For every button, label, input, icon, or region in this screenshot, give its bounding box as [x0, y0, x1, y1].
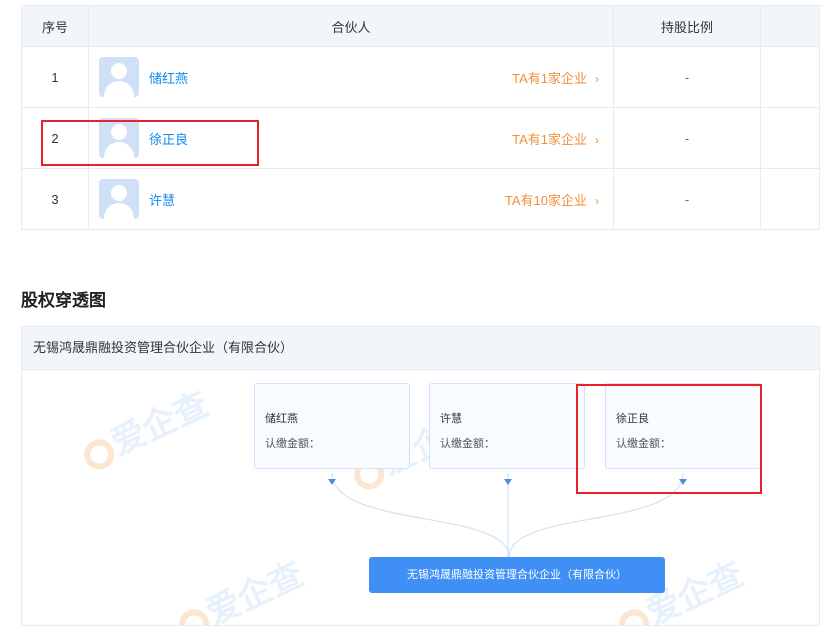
avatar[interactable]	[99, 179, 139, 219]
shareholder-node[interactable]: 徐正良 认缴金额：	[605, 383, 761, 469]
row-index: 1	[21, 46, 89, 108]
equity-graph-panel: 无锡鸿晟鼎融投资管理合伙企业（有限合伙） 爱企查 爱企查 爱企查 爱企查 储红燕…	[21, 326, 820, 626]
row-index: 3	[21, 168, 89, 230]
header-ratio: 持股比例	[613, 5, 761, 47]
ratio-value: -	[613, 168, 761, 230]
table-header-row: 序号 合伙人 持股比例	[21, 5, 820, 47]
extra-cell	[760, 46, 820, 108]
company-count-label: TA有1家企业	[512, 71, 587, 86]
chevron-right-icon: ›	[595, 72, 599, 86]
partner-cell: 储红燕 TA有1家企业 ›	[88, 46, 614, 108]
header-partner: 合伙人	[88, 5, 614, 47]
node-amount-label: 认缴金额：	[265, 438, 320, 450]
company-count-link[interactable]: TA有1家企业 ›	[512, 129, 599, 148]
node-amount-label: 认缴金额：	[440, 438, 495, 450]
chevron-right-icon: ›	[595, 133, 599, 147]
table-row: 3 许慧 TA有10家企业 › -	[21, 168, 820, 230]
arrow-down-icon	[504, 479, 512, 485]
extra-cell	[760, 107, 820, 169]
node-name: 许慧	[440, 413, 462, 425]
partner-name-link[interactable]: 徐正良	[149, 129, 188, 148]
node-name: 徐正良	[616, 413, 649, 425]
partner-table: 序号 合伙人 持股比例 1 储红燕 TA有1家企业 › - 2 徐正良 TA有1家…	[21, 5, 820, 230]
chevron-right-icon: ›	[595, 194, 599, 208]
table-row: 2 徐正良 TA有1家企业 › -	[21, 107, 820, 169]
node-amount-label: 认缴金额：	[616, 438, 671, 450]
partner-cell: 徐正良 TA有1家企业 ›	[88, 107, 614, 169]
graph-header: 无锡鸿晟鼎融投资管理合伙企业（有限合伙）	[22, 327, 819, 370]
avatar[interactable]	[99, 57, 139, 97]
target-company-node[interactable]: 无锡鸿晟鼎融投资管理合伙企业（有限合伙）	[369, 557, 665, 593]
table-row: 1 储红燕 TA有1家企业 › -	[21, 46, 820, 108]
header-extra	[760, 5, 820, 47]
ratio-value: -	[613, 46, 761, 108]
company-count-link[interactable]: TA有1家企业 ›	[512, 68, 599, 87]
avatar[interactable]	[99, 118, 139, 158]
shareholder-node[interactable]: 储红燕 认缴金额：	[254, 383, 410, 469]
shareholder-node[interactable]: 许慧 认缴金额：	[429, 383, 585, 469]
header-index: 序号	[21, 5, 89, 47]
company-count-link[interactable]: TA有10家企业 ›	[505, 190, 599, 209]
partner-cell: 许慧 TA有10家企业 ›	[88, 168, 614, 230]
extra-cell	[760, 168, 820, 230]
row-index: 2	[21, 107, 89, 169]
node-name: 储红燕	[265, 413, 298, 425]
ratio-value: -	[613, 107, 761, 169]
company-count-label: TA有1家企业	[512, 132, 587, 147]
section-title: 股权穿透图	[21, 291, 106, 310]
company-count-label: TA有10家企业	[504, 193, 587, 208]
partner-name-link[interactable]: 许慧	[149, 190, 175, 209]
partner-name-link[interactable]: 储红燕	[149, 68, 188, 87]
